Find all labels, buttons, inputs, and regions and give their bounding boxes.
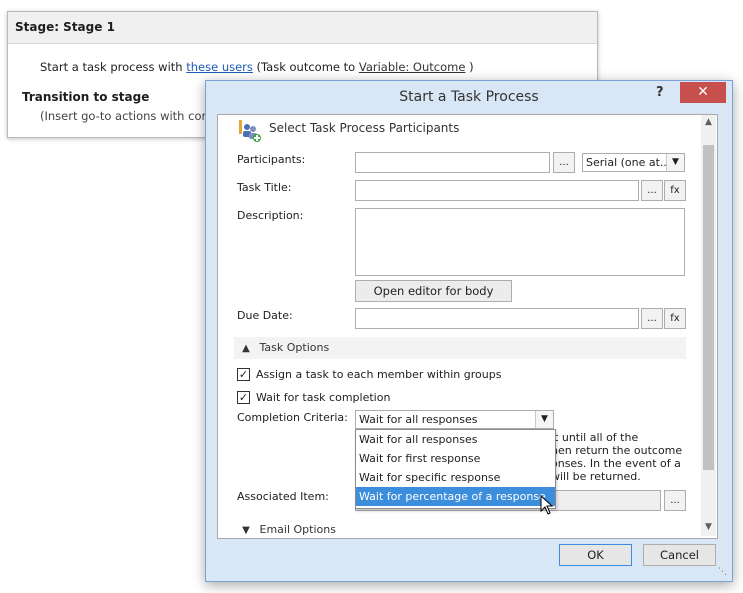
ok-button[interactable]: OK [559,544,632,566]
participants-label: Participants: [237,153,306,166]
due-date-label: Due Date: [237,309,293,322]
completion-criteria-select[interactable]: Wait for all responses ▼ [355,410,554,429]
participants-icon [238,120,262,144]
assign-each-checkbox[interactable]: ✓ [237,368,250,381]
chevron-down-icon: ▼ [666,154,684,171]
scroll-up-icon[interactable]: ▲ [701,117,716,127]
participant-order-select[interactable]: Serial (one at... ▼ [582,153,685,172]
action-prefix: Start a task process with [40,60,183,74]
participant-order-value: Serial (one at... [586,156,671,169]
variable-outcome-link[interactable]: Variable: Outcome [359,60,466,74]
associated-item-label: Associated Item: [237,490,329,503]
wait-completion-label: Wait for task completion [256,391,391,404]
wait-completion-checkbox[interactable]: ✓ [237,391,250,404]
task-options-label: Task Options [259,341,330,354]
content-scrollbar[interactable]: ▲ ▼ [701,115,716,536]
insert-goto-text: (Insert go-to actions with condi [40,109,220,123]
dialog-title: Start a Task Process [399,89,539,105]
task-title-browse-button[interactable]: ... [641,180,663,201]
action-suffix: ) [469,60,474,74]
chevron-down-icon: ▼ [242,525,250,536]
due-date-input[interactable] [355,308,639,329]
stage-title: Stage: Stage 1 [8,12,597,44]
mouse-cursor-icon [540,495,554,515]
action-mid: (Task outcome to [256,60,356,74]
participants-browse-button[interactable]: ... [553,152,575,173]
completion-help-text: it until all of the hen return the outco… [551,431,682,483]
participants-input[interactable] [355,152,550,173]
due-date-fx-button[interactable]: fx [664,308,686,329]
open-editor-button[interactable]: Open editor for body [355,280,512,302]
help-line-4: will be returned. [551,470,641,483]
dropdown-option-first[interactable]: Wait for first response [356,449,555,468]
help-line-1: it until all of the [551,431,639,444]
description-textarea[interactable] [355,208,685,276]
dropdown-option-specific[interactable]: Wait for specific response [356,468,555,487]
dropdown-option-percentage[interactable]: Wait for percentage of a response [356,487,555,506]
dialog-titlebar[interactable]: Start a Task Process ? ✕ [206,81,732,112]
completion-criteria-value: Wait for all responses [359,413,478,426]
participants-section-title: Select Task Process Participants [269,121,460,135]
help-button[interactable]: ? [656,85,664,100]
dropdown-option-all[interactable]: Wait for all responses [356,430,555,449]
email-options-label: Email Options [259,523,336,536]
help-line-3: onses. In the event of a [551,457,681,470]
email-options-header[interactable]: ▼ Email Options [234,519,686,538]
description-label: Description: [237,209,304,222]
task-options-header[interactable]: ▲ Task Options [234,337,686,359]
associated-item-browse-button[interactable]: ... [664,490,686,511]
due-date-browse-button[interactable]: ... [641,308,663,329]
chevron-up-icon: ▲ [242,343,250,354]
task-title-input[interactable] [355,180,639,201]
completion-criteria-label: Completion Criteria: [237,411,348,424]
scrollbar-thumb[interactable] [703,145,714,470]
scroll-down-icon[interactable]: ▼ [701,522,716,532]
these-users-link[interactable]: these users [186,60,253,74]
start-task-process-dialog: Start a Task Process ? ✕ Select Task Pro… [205,80,733,582]
completion-criteria-dropdown: Wait for all responses Wait for first re… [355,429,556,509]
assign-each-label: Assign a task to each member within grou… [256,368,502,381]
resize-grip-icon[interactable]: ⋱ [718,567,727,577]
cancel-button[interactable]: Cancel [643,544,716,566]
stage-action-line: Start a task process with these users (T… [40,60,474,74]
task-title-fx-button[interactable]: fx [664,180,686,201]
close-button[interactable]: ✕ [680,82,726,103]
chevron-down-icon: ▼ [535,411,553,428]
dialog-content: Select Task Process Participants Partici… [217,114,718,539]
help-line-2: hen return the outcome [551,444,683,457]
task-title-label: Task Title: [237,181,292,194]
transition-label: Transition to stage [22,90,150,104]
